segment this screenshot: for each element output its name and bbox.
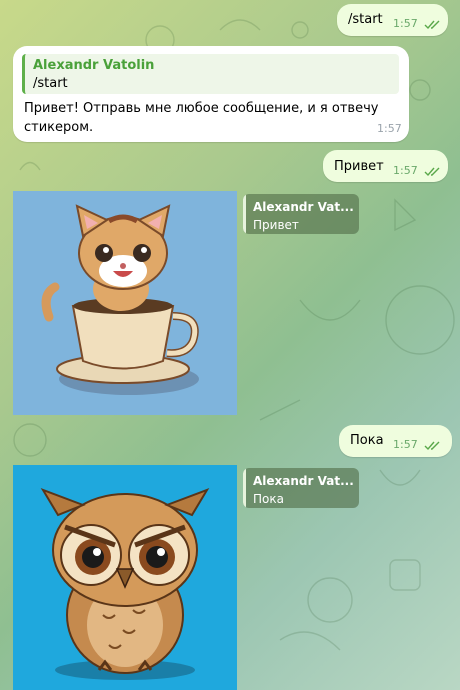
message-text: Привет [334, 159, 384, 174]
message-text: Пока [350, 433, 384, 448]
message-time: 1:57 [377, 122, 402, 135]
message-text: Привет! Отправь мне любое сообщение, и я… [24, 101, 379, 135]
incoming-message-greeting[interactable]: Alexandr Vatolin /start Привет! Отправь … [13, 46, 409, 142]
kitten-sticker-image [13, 191, 237, 415]
sticker-reply-quote[interactable]: Alexandr Vat... Привет [243, 194, 359, 234]
reply-text: Привет [253, 218, 299, 232]
outgoing-message-start[interactable]: /start 1:57 [337, 4, 448, 36]
sticker-kitten-in-cup[interactable] [13, 191, 237, 415]
message-time: 1:57 [393, 164, 418, 177]
reply-author: Alexandr Vat... [253, 474, 354, 488]
reply-quote[interactable]: Alexandr Vatolin /start [22, 54, 399, 94]
outgoing-message-privet[interactable]: Привет 1:57 [323, 150, 448, 182]
reply-text: /start [33, 76, 68, 91]
reply-author: Alexandr Vat... [253, 200, 354, 214]
sticker-owl[interactable] [13, 465, 237, 690]
outgoing-message-poka[interactable]: Пока 1:57 [339, 425, 452, 457]
reply-text: Пока [253, 492, 284, 506]
double-check-icon [424, 167, 440, 177]
sticker-reply-quote[interactable]: Alexandr Vat... Пока [243, 468, 359, 508]
reply-bar [243, 194, 246, 234]
double-check-icon [424, 20, 440, 30]
message-time: 1:57 [393, 17, 418, 30]
message-time: 1:57 [393, 438, 418, 451]
reply-author: Alexandr Vatolin [33, 58, 155, 73]
reply-bar [243, 468, 246, 508]
owl-sticker-image [13, 465, 237, 690]
message-text: /start [348, 12, 383, 27]
double-check-icon [424, 441, 440, 451]
